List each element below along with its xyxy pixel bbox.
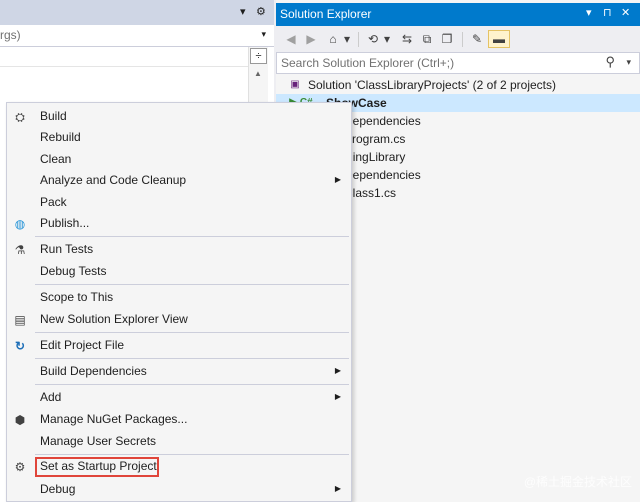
pin-icon[interactable]: ⊓ xyxy=(603,6,612,19)
build-icon: ⛭ xyxy=(15,110,25,124)
edit-project-icon: ↻ xyxy=(14,339,26,353)
menu-item-pack[interactable]: Pack xyxy=(7,192,351,213)
gear-icon: ⚙ xyxy=(14,460,26,474)
nuget-icon: ⬢ xyxy=(14,413,26,427)
menu-item-label: Pack xyxy=(40,195,67,209)
tree-node-label: Dependencies xyxy=(344,114,421,128)
menu-item-set-as-startup-project[interactable]: ⚙ Set as Startup Project xyxy=(7,456,351,477)
split-icon[interactable]: ÷ xyxy=(250,48,267,64)
solution-explorer-toolbar: ◀ ▶ ⌂ ▾ ⟲ ▾ ⇆ ⧉ ❐ ✎ ▬ xyxy=(276,26,640,52)
show-all-files-icon[interactable]: ❐ xyxy=(438,30,456,48)
menu-item-edit-project-file[interactable]: ↻ Edit Project File xyxy=(7,335,351,356)
menu-item-debug[interactable]: Debug ▶ xyxy=(7,479,351,500)
menu-item-label: Build xyxy=(40,109,67,123)
menu-item-build-dependencies[interactable]: Build Dependencies ▶ xyxy=(7,361,351,382)
home-icon[interactable]: ⌂ xyxy=(324,30,342,48)
menu-separator xyxy=(35,358,349,359)
properties-icon[interactable]: ✎ xyxy=(468,30,486,48)
menu-item-label: Add xyxy=(40,390,62,404)
window-options-icon[interactable]: ▾ xyxy=(586,6,592,19)
tree-node-label: Dependencies xyxy=(344,168,421,182)
back-icon[interactable]: ◀ xyxy=(282,30,300,48)
submenu-arrow-icon: ▶ xyxy=(334,366,341,375)
toolbar-separator xyxy=(462,32,463,47)
menu-item-run-tests[interactable]: ⚗ Run Tests xyxy=(7,239,351,260)
chevron-down-icon[interactable]: ▾ xyxy=(626,57,631,68)
watermark: @稀土掘金技术社区 xyxy=(523,475,632,489)
menu-item-build[interactable]: ⛭ Build xyxy=(7,106,351,127)
dropdown-icon[interactable]: ▾ xyxy=(240,5,246,18)
project-context-menu: ⛭ Build Rebuild Clean Analyze and Code C… xyxy=(6,102,352,502)
menu-item-label: Debug xyxy=(40,482,76,496)
menu-item-rebuild[interactable]: Rebuild xyxy=(7,127,351,148)
menu-item-label: Clean xyxy=(40,152,72,166)
scroll-up-icon[interactable]: ▲ xyxy=(254,69,262,78)
preview-selected-icon[interactable]: ▬ xyxy=(488,30,510,48)
menu-separator xyxy=(35,332,349,333)
tree-node-label: Program.cs xyxy=(344,132,406,146)
editor-divider xyxy=(0,66,248,67)
arguments-combo[interactable]: rgs) ▾ xyxy=(0,25,274,47)
collapse-all-icon[interactable]: ⧉ xyxy=(418,30,436,48)
menu-item-label: Debug Tests xyxy=(40,264,107,278)
menu-item-label: Run Tests xyxy=(40,242,94,256)
menu-item-label: Edit Project File xyxy=(40,338,125,352)
close-icon[interactable]: ✕ xyxy=(621,6,630,19)
menu-item-label: Publish... xyxy=(40,216,90,230)
menu-separator xyxy=(35,236,349,237)
submenu-arrow-icon: ▶ xyxy=(334,175,341,184)
menu-item-label: New Solution Explorer View xyxy=(40,312,188,326)
menu-item-label: Build Dependencies xyxy=(40,364,147,378)
sync-icon[interactable]: ⟲ xyxy=(364,30,382,48)
menu-item-debug-tests[interactable]: Debug Tests xyxy=(7,261,351,282)
run-tests-icon: ⚗ xyxy=(14,243,26,257)
chevron-down-icon[interactable]: ▾ xyxy=(382,30,392,48)
submenu-arrow-icon: ▶ xyxy=(334,484,341,493)
chevron-down-icon[interactable]: ▾ xyxy=(342,30,352,48)
editor-title-bar: ▾ ⚙ xyxy=(0,0,274,25)
submenu-arrow-icon: ▶ xyxy=(334,392,341,401)
menu-item-manage-nuget-packages[interactable]: ⬢ Manage NuGet Packages... xyxy=(7,409,351,430)
tree-node-solution[interactable]: ▣ Solution 'ClassLibraryProjects' (2 of … xyxy=(276,76,640,94)
menu-item-label: Analyze and Code Cleanup xyxy=(40,173,187,187)
solution-explorer-title-bar: Solution Explorer ▾ ⊓ ✕ xyxy=(276,3,640,26)
panel-title: Solution Explorer xyxy=(280,7,372,21)
chevron-down-icon[interactable]: ▾ xyxy=(261,29,266,40)
menu-item-add[interactable]: Add ▶ xyxy=(7,387,351,408)
menu-item-label: Manage User Secrets xyxy=(40,434,157,448)
menu-item-manage-user-secrets[interactable]: Manage User Secrets xyxy=(7,431,351,452)
menu-separator xyxy=(35,384,349,385)
menu-item-scope-to-this[interactable]: Scope to This xyxy=(7,287,351,308)
sync-with-document-icon[interactable]: ⇆ xyxy=(398,30,416,48)
arguments-text: rgs) xyxy=(0,28,21,42)
menu-separator xyxy=(35,454,349,455)
gear-icon[interactable]: ⚙ xyxy=(256,5,266,18)
solution-icon: ▣ xyxy=(290,79,300,90)
menu-item-new-solution-explorer-view[interactable]: ▤ New Solution Explorer View xyxy=(7,309,351,330)
globe-icon: ◍ xyxy=(14,217,26,231)
search-solution-explorer[interactable]: Search Solution Explorer (Ctrl+;) ⚲ ▾ xyxy=(276,52,640,74)
search-placeholder: Search Solution Explorer (Ctrl+;) xyxy=(281,56,455,70)
menu-item-analyze-code-cleanup[interactable]: Analyze and Code Cleanup ▶ xyxy=(7,170,351,191)
menu-item-label: Rebuild xyxy=(40,130,81,144)
tree-node-label: Solution 'ClassLibraryProjects' (2 of 2 … xyxy=(308,78,557,92)
forward-icon[interactable]: ▶ xyxy=(302,30,320,48)
menu-separator xyxy=(35,284,349,285)
menu-item-label: Set as Startup Project xyxy=(40,459,157,473)
menu-item-clean[interactable]: Clean xyxy=(7,149,351,170)
search-icon[interactable]: ⚲ xyxy=(605,54,615,70)
menu-item-label: Scope to This xyxy=(40,290,114,304)
menu-item-label: Manage NuGet Packages... xyxy=(40,412,188,426)
menu-item-publish[interactable]: ◍ Publish... xyxy=(7,213,351,234)
new-view-icon: ▤ xyxy=(14,313,26,327)
toolbar-separator xyxy=(358,32,359,47)
